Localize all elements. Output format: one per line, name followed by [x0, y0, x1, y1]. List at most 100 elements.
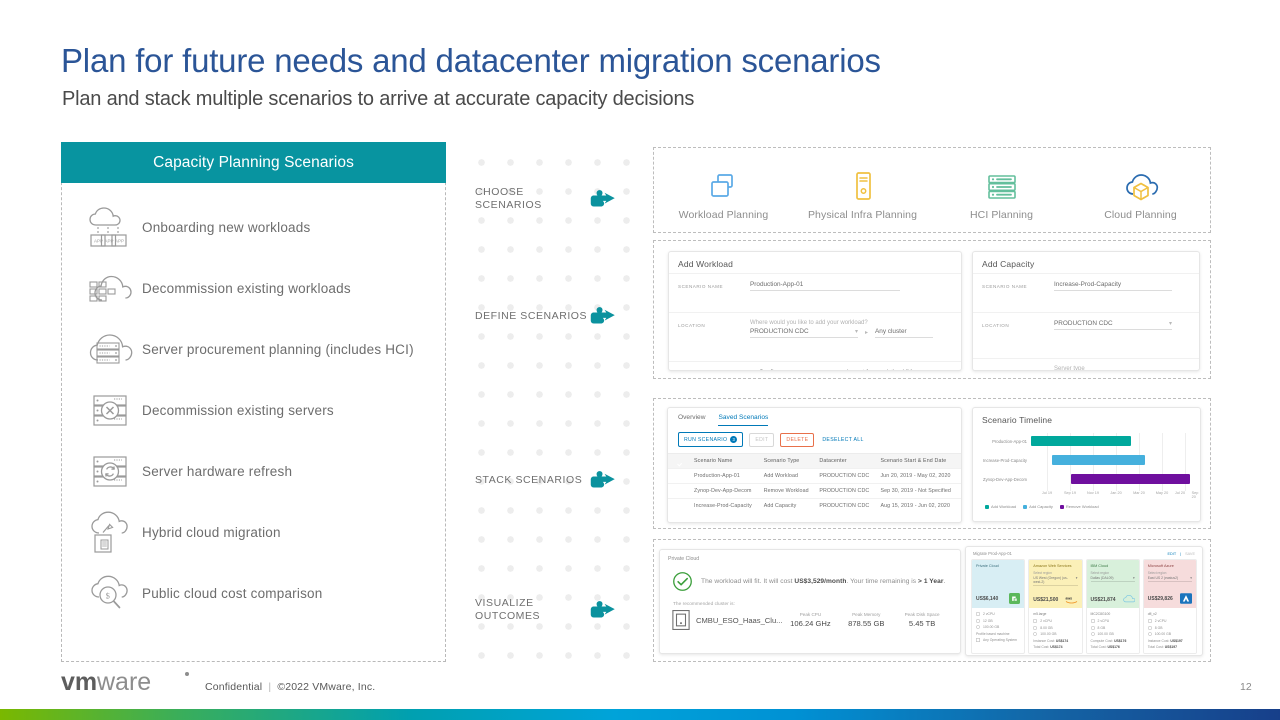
cloud-planning-icon: [1123, 160, 1159, 204]
list-item[interactable]: Server hardware refresh: [62, 441, 445, 502]
cpu-icon: [1033, 619, 1038, 623]
list-item[interactable]: Decommission existing servers: [62, 380, 445, 441]
timeline-x-axis: Jul 19 Sep 19 Nov 19 Jan 20 Mar 20 May 2…: [981, 491, 1198, 501]
row-checkbox-cell[interactable]: [668, 468, 691, 484]
timeline-track: [1031, 471, 1190, 487]
cost-value: US$197: [1170, 638, 1183, 643]
cluster-name: CMBU_ESO_Haas_Clu...: [696, 615, 783, 625]
timeline-bar-add-capacity[interactable]: [1051, 455, 1146, 465]
cluster-input[interactable]: Any cluster: [875, 328, 934, 338]
timeline-bar-add-workload[interactable]: [1031, 436, 1132, 446]
tab-saved-scenarios[interactable]: Saved Scenarios: [718, 414, 769, 426]
region-label: Select region: [1033, 571, 1052, 575]
list-item[interactable]: Decommission existing workloads: [62, 258, 445, 319]
run-scenario-button[interactable]: RUN SCENARIO 3: [678, 432, 744, 447]
svg-text:aws: aws: [1065, 597, 1072, 601]
cell-date-range: Aug 15, 2019 - Jun 02, 2020: [877, 498, 961, 513]
legend-item[interactable]: Add Workload: [985, 504, 1016, 509]
svg-text:APP: APP: [105, 238, 114, 243]
list-item[interactable]: Server procurement planning (includes HC…: [62, 319, 445, 380]
edit-link[interactable]: EDIT: [1167, 552, 1176, 556]
legend-label: Add Workload: [991, 504, 1017, 509]
legend-item[interactable]: Add Capacity: [1023, 504, 1053, 509]
private-cloud-result-card: Private Cloud The workload will fit. It …: [659, 549, 961, 654]
compare-column-private-cloud[interactable]: Private Cloud US$6,140 2 vCPU 12 GB 100.…: [971, 559, 1026, 654]
delete-button[interactable]: DELETE: [780, 432, 815, 447]
pointing-hand-icon: [590, 601, 615, 618]
timeline-track: [1031, 452, 1190, 468]
field-label: SCENARIO NAME: [982, 284, 1028, 289]
edit-button[interactable]: EDIT: [749, 432, 775, 447]
list-item[interactable]: $ Public cloud cost comparison: [62, 563, 445, 624]
profile-based-machine: Profile based machine: [976, 631, 1010, 636]
total-cost: Total Cost: US$197: [1148, 645, 1192, 649]
row-checkbox-cell[interactable]: [668, 498, 691, 513]
table-row[interactable]: Increase-Prod-Capacity Add Capacity PROD…: [668, 498, 961, 513]
region-select[interactable]: Dallas (DAL09) ▾: [1090, 576, 1135, 582]
deselect-all-button[interactable]: DESELECT ALL: [820, 434, 868, 446]
svg-text:APP: APP: [94, 238, 103, 243]
save-link[interactable]: SAVE: [1185, 552, 1195, 556]
region-select[interactable]: US West (Oregon) (us-west-2) ▾: [1033, 576, 1078, 586]
column-header: Microsoft Azure Select region East US 2 …: [1143, 560, 1196, 608]
column-header: Datacenter: [816, 453, 878, 469]
radio-label: Import from existing VM: [847, 369, 912, 370]
stat-value: 5.45 TB: [908, 619, 936, 628]
region-select[interactable]: East US 2 (eastus2) ▾: [1147, 576, 1192, 582]
select-all-checkbox-cell[interactable]: [668, 453, 691, 469]
total-cost: Total Cost: US$174: [1033, 645, 1077, 649]
divider: |: [1180, 551, 1182, 556]
cost-label: Compute Cost:: [1090, 638, 1114, 643]
planning-option-workload[interactable]: Workload Planning: [654, 160, 793, 221]
region-label: Select region: [1090, 571, 1110, 575]
field-label: LOCATION: [982, 323, 1010, 328]
timeline-row: Production-App-01: [981, 433, 1190, 449]
list-item[interactable]: Hybrid cloud migration: [62, 502, 445, 563]
table-row[interactable]: Production-App-01 Add Workload PRODUCTIO…: [668, 468, 961, 484]
location-select[interactable]: PRODUCTION CDC ▾: [1054, 320, 1172, 330]
disk-icon: [1147, 632, 1152, 636]
legend-swatch: [1059, 504, 1064, 509]
planning-option-physical-infra[interactable]: Physical Infra Planning: [793, 160, 932, 221]
hybrid-cloud-icon: [78, 508, 142, 558]
disk-icon: [1090, 632, 1095, 636]
aws-icon: aws: [1065, 597, 1077, 604]
private-cloud-icon: [1009, 593, 1021, 604]
compare-column-aws[interactable]: Amazon Web Services Select region US Wes…: [1028, 559, 1083, 654]
scenario-name-input[interactable]: Production-App-01: [750, 281, 900, 291]
form-row-location: LOCATION PRODUCTION CDC ▾: [973, 312, 1199, 358]
comparison-actions: EDIT | SAVE: [1167, 552, 1195, 556]
field-value-wrap: Server type Dell Inc. PowerEdge R640: [1054, 366, 1190, 370]
tab-overview[interactable]: Overview: [678, 414, 705, 426]
planning-option-cloud[interactable]: Cloud Planning: [1071, 160, 1210, 221]
price-line: US$21,500 aws: [1033, 590, 1077, 604]
operating-system-row: Any Operating System: [976, 638, 1020, 642]
field-label: SERVER DETAILS: [982, 366, 1054, 370]
memory-icon: [976, 619, 980, 622]
legend-item[interactable]: Remove Workload: [1059, 504, 1099, 509]
scenario-list: APP APP APP Onboarding new workloads Dec…: [62, 183, 445, 624]
field-value-wrap: Configure Import from existing VM: [750, 369, 952, 370]
location-select-value: PRODUCTION CDC: [750, 328, 809, 335]
radio-import-from-existing-vm[interactable]: Import from existing VM: [837, 369, 912, 370]
field-value-wrap: Production-App-01: [750, 281, 952, 291]
column-header: Amazon Web Services Select region US Wes…: [1029, 560, 1082, 608]
cluster-icon: [672, 610, 690, 630]
planning-option-hci[interactable]: HCI Planning: [932, 160, 1071, 221]
row-checkbox-cell[interactable]: [668, 483, 691, 499]
svg-text:ware: ware: [96, 668, 151, 696]
cell-scenario-name: Zynop-Dev-App-Decom: [691, 483, 761, 499]
scenario-name-input[interactable]: Increase-Prod-Capacity: [1054, 281, 1172, 291]
list-item[interactable]: APP APP APP Onboarding new workloads: [62, 197, 445, 258]
stat-peak-memory: Peak Memory 878.55 GB: [838, 612, 894, 628]
timeline-bar-remove-workload[interactable]: [1070, 474, 1190, 484]
step-label-line: STACK SCENARIOS: [475, 473, 583, 486]
location-select[interactable]: PRODUCTION CDC ▾: [750, 328, 858, 338]
cell-date-range: Jun 20, 2019 - May 02, 2020: [877, 468, 961, 484]
add-capacity-card: Add Capacity SCENARIO NAME Increase-Prod…: [972, 251, 1200, 371]
compare-column-ibm-cloud[interactable]: IBM Cloud Select region Dallas (DAL09) ▾…: [1085, 559, 1140, 654]
radio-configure[interactable]: Configure: [750, 369, 786, 370]
table-row[interactable]: Zynop-Dev-App-Decom Remove Workload PROD…: [668, 483, 961, 499]
cost-label: Total Cost:: [1090, 644, 1107, 649]
compare-column-microsoft-azure[interactable]: Microsoft Azure Select region East US 2 …: [1142, 559, 1197, 654]
